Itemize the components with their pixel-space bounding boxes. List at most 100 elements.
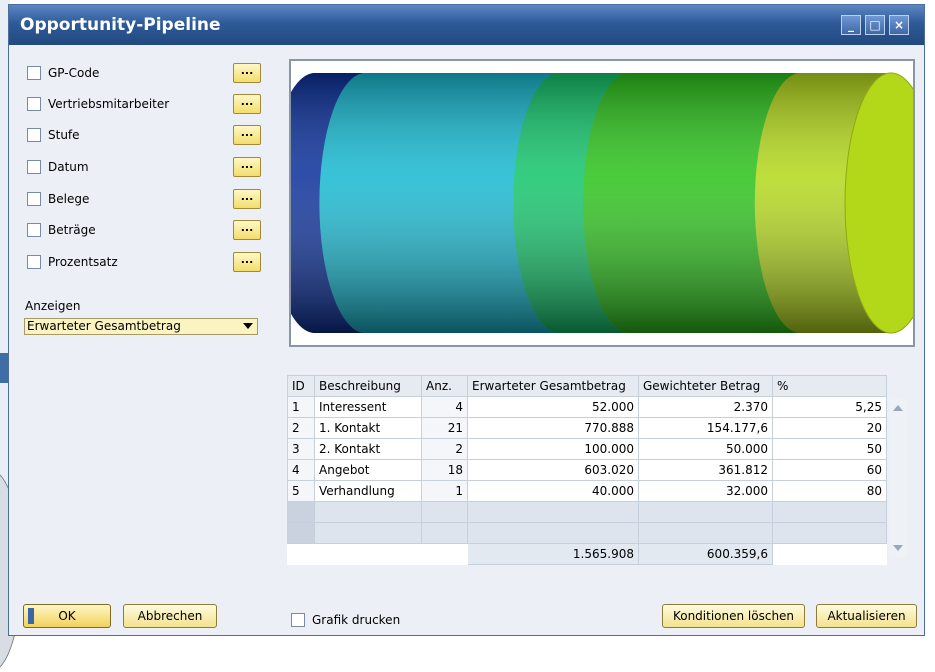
cell-gewichteter[interactable]: 154.177,6 xyxy=(638,417,773,439)
vertriebsmitarbeiter-select-button[interactable]: ... xyxy=(233,94,261,114)
maximize-button[interactable]: □ xyxy=(865,15,885,35)
cell-erwarteter[interactable]: 52.000 xyxy=(467,396,639,418)
filter-stufe[interactable]: Stufe xyxy=(27,125,80,145)
betraege-select-button[interactable]: ... xyxy=(233,220,261,240)
cell-erwarteter[interactable]: 603.020 xyxy=(467,459,639,481)
close-icon: × xyxy=(893,18,905,32)
table-row[interactable]: 2 1. Kontakt 21 770.888 154.177,6 20 xyxy=(287,417,887,439)
cell-id[interactable]: 5 xyxy=(287,480,315,502)
cell-empty[interactable] xyxy=(772,501,887,523)
cell-anz[interactable]: 1 xyxy=(421,480,468,502)
cancel-button[interactable]: Abbrechen xyxy=(123,604,217,628)
filter-label: Vertriebsmitarbeiter xyxy=(48,97,170,111)
checkbox[interactable] xyxy=(27,192,41,206)
cell-empty xyxy=(287,543,315,565)
filter-belege[interactable]: Belege xyxy=(27,189,89,209)
window-title: Opportunity-Pipeline xyxy=(20,15,221,35)
cell-beschreibung[interactable]: Verhandlung xyxy=(314,480,422,502)
minimize-icon: _ xyxy=(848,18,854,32)
filter-gp-code[interactable]: GP-Code xyxy=(27,63,99,83)
gp-code-select-button[interactable]: ... xyxy=(233,63,261,83)
filter-vertriebsmitarbeiter[interactable]: Vertriebsmitarbeiter xyxy=(27,94,169,114)
table-row[interactable]: 5 Verhandlung 1 40.000 32.000 80 xyxy=(287,480,887,502)
minimize-button[interactable]: _ xyxy=(841,15,861,35)
cell-erwarteter[interactable]: 100.000 xyxy=(467,438,639,460)
cell-prozent[interactable]: 5,25 xyxy=(772,396,887,418)
cell-empty[interactable] xyxy=(421,522,468,544)
stufe-select-button[interactable]: ... xyxy=(233,125,261,145)
cell-id[interactable] xyxy=(287,522,315,544)
ok-button-label: OK xyxy=(58,609,76,623)
print-graph-checkbox[interactable] xyxy=(291,613,305,627)
cell-empty[interactable] xyxy=(467,501,639,523)
cell-prozent[interactable]: 50 xyxy=(772,438,887,460)
checkbox[interactable] xyxy=(27,255,41,269)
column-header-beschreibung[interactable]: Beschreibung xyxy=(314,375,422,397)
column-header-anz[interactable]: Anz. xyxy=(421,375,468,397)
chevron-down-icon xyxy=(243,323,253,329)
cell-beschreibung[interactable]: Angebot xyxy=(314,459,422,481)
table-row-empty[interactable] xyxy=(287,501,887,523)
checkbox[interactable] xyxy=(27,66,41,80)
cell-beschreibung[interactable]: 1. Kontakt xyxy=(314,417,422,439)
cell-empty[interactable] xyxy=(638,522,773,544)
cell-beschreibung[interactable]: 2. Kontakt xyxy=(314,438,422,460)
cell-gewichteter[interactable]: 361.812 xyxy=(638,459,773,481)
cell-id[interactable]: 1 xyxy=(287,396,315,418)
cell-erwarteter[interactable]: 770.888 xyxy=(467,417,639,439)
table-row-empty[interactable] xyxy=(287,522,887,544)
cell-anz[interactable]: 2 xyxy=(421,438,468,460)
cell-anz[interactable]: 21 xyxy=(421,417,468,439)
cell-anz[interactable]: 18 xyxy=(421,459,468,481)
filter-prozentsatz[interactable]: Prozentsatz xyxy=(27,252,118,272)
cell-id[interactable]: 2 xyxy=(287,417,315,439)
checkbox[interactable] xyxy=(27,128,41,142)
table-row[interactable]: 1 Interessent 4 52.000 2.370 5,25 xyxy=(287,396,887,418)
belege-select-button[interactable]: ... xyxy=(233,189,261,209)
cell-prozent[interactable]: 20 xyxy=(772,417,887,439)
close-button[interactable]: × xyxy=(889,15,909,35)
display-selected-value: Erwarteter Gesamtbetrag xyxy=(27,319,181,333)
table-row[interactable]: 4 Angebot 18 603.020 361.812 60 xyxy=(287,459,887,481)
cell-id[interactable]: 4 xyxy=(287,459,315,481)
column-header-gewichteter-betrag[interactable]: Gewichteter Betrag xyxy=(638,375,773,397)
cell-id[interactable] xyxy=(287,501,315,523)
column-header-id[interactable]: ID xyxy=(287,375,315,397)
cell-prozent[interactable]: 80 xyxy=(772,480,887,502)
cancel-button-label: Abbrechen xyxy=(137,609,203,623)
cell-empty[interactable] xyxy=(772,522,887,544)
cell-empty[interactable] xyxy=(467,522,639,544)
checkbox[interactable] xyxy=(27,97,41,111)
checkbox[interactable] xyxy=(27,223,41,237)
table-scrollbar[interactable] xyxy=(889,399,907,557)
cell-id[interactable]: 3 xyxy=(287,438,315,460)
table-header-row: ID Beschreibung Anz. Erwarteter Gesamtbe… xyxy=(287,375,887,397)
cell-empty[interactable] xyxy=(314,501,422,523)
display-dropdown[interactable]: Erwarteter Gesamtbetrag xyxy=(24,318,258,335)
scroll-down-icon[interactable] xyxy=(893,545,903,551)
cell-empty[interactable] xyxy=(421,501,468,523)
filter-betraege[interactable]: Beträge xyxy=(27,220,96,240)
datum-select-button[interactable]: ... xyxy=(233,157,261,177)
cell-anz[interactable]: 4 xyxy=(421,396,468,418)
cell-gewichteter[interactable]: 32.000 xyxy=(638,480,773,502)
cell-gewichteter[interactable]: 50.000 xyxy=(638,438,773,460)
table-row[interactable]: 3 2. Kontakt 2 100.000 50.000 50 xyxy=(287,438,887,460)
cell-gewichteter[interactable]: 2.370 xyxy=(638,396,773,418)
clear-conditions-button[interactable]: Konditionen löschen xyxy=(662,604,805,628)
print-graph-option[interactable]: Grafik drucken xyxy=(291,613,400,627)
refresh-button[interactable]: Aktualisieren xyxy=(816,604,917,628)
column-header-erwarteter-gesamtbetrag[interactable]: Erwarteter Gesamtbetrag xyxy=(467,375,639,397)
ok-button[interactable]: OK xyxy=(23,604,111,628)
cell-erwarteter[interactable]: 40.000 xyxy=(467,480,639,502)
prozentsatz-select-button[interactable]: ... xyxy=(233,252,261,272)
cell-empty[interactable] xyxy=(638,501,773,523)
scroll-up-icon[interactable] xyxy=(893,405,903,411)
column-header-prozent[interactable]: % xyxy=(772,375,887,397)
checkbox[interactable] xyxy=(27,160,41,174)
filter-datum[interactable]: Datum xyxy=(27,157,89,177)
cell-empty[interactable] xyxy=(314,522,422,544)
cell-prozent[interactable]: 60 xyxy=(772,459,887,481)
title-bar[interactable]: Opportunity-Pipeline _ □ × xyxy=(9,5,924,45)
cell-beschreibung[interactable]: Interessent xyxy=(314,396,422,418)
